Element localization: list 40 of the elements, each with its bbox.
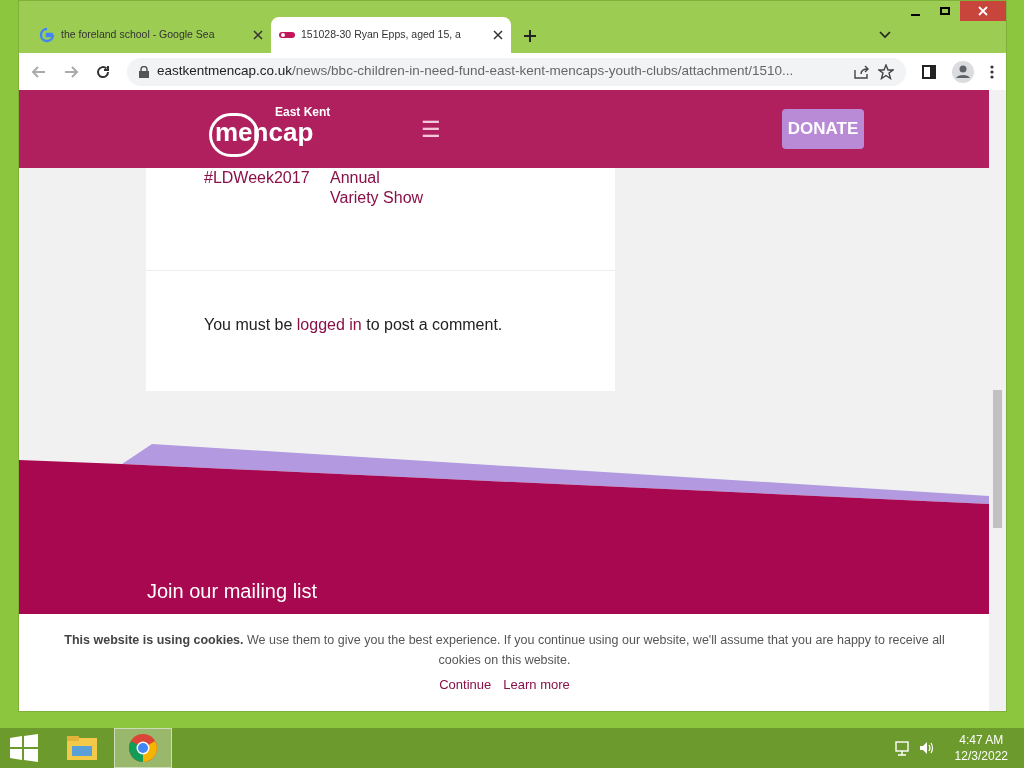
taskbar-app[interactable] [114, 728, 172, 768]
post-title[interactable]: #LDWeek2017 [204, 168, 314, 188]
tab-title: 151028-30 Ryan Epps, aged 15, a [301, 27, 462, 43]
lock-icon [139, 65, 149, 78]
clock-date: 12/3/2022 [954, 748, 1008, 764]
url-text: eastkentmencap.co.uk/news/bbc-children-in-need-fund-east-kent-mencaps-youth-clubs/attachment/1510... [157, 62, 795, 81]
folder-icon [66, 734, 98, 762]
login-link[interactable]: logged in [296, 316, 362, 333]
profile-icon[interactable] [952, 60, 974, 83]
volume-icon[interactable] [918, 740, 935, 756]
tab-title: the foreland school - Google Sea [61, 27, 216, 43]
post-title[interactable]: Annual [330, 168, 440, 188]
close-icon [978, 6, 988, 16]
footer-heading: Join our mailing list [147, 579, 318, 604]
close-button[interactable] [960, 1, 1006, 21]
cookie-link[interactable]: Learn more [503, 675, 570, 695]
logo-subtitle: East Kent [275, 104, 331, 121]
menu-icon[interactable] [990, 64, 994, 79]
close-icon[interactable] [253, 30, 263, 40]
post-title[interactable]: Variety Show [330, 188, 440, 208]
reload-icon[interactable] [95, 63, 111, 80]
close-icon[interactable] [493, 30, 503, 40]
cookie-link[interactable]: Continue [439, 675, 492, 695]
address-bar[interactable]: eastkentmencap.co.uk/news/bbc-children-in-need-fund-east-kent-mencaps-youth-clubs/attachment/1510... [127, 57, 906, 86]
comment-notice: You must be logged in to post a comment. [204, 315, 504, 335]
browser-tab[interactable]: the foreland school - Google Sea [31, 17, 271, 53]
site-icon [279, 31, 295, 39]
share-icon[interactable] [854, 64, 870, 79]
menu-button[interactable]: ☰ [421, 112, 441, 146]
sidebar-icon[interactable] [922, 64, 936, 79]
clock-time: 4:47 AM [959, 732, 1004, 748]
google-icon [39, 27, 55, 43]
network-icon[interactable] [894, 740, 911, 756]
browser-tab[interactable]: 151028-30 Ryan Epps, aged 15, a [271, 17, 511, 53]
start-icon[interactable] [10, 734, 38, 762]
star-icon[interactable] [878, 63, 894, 80]
new-tab-icon[interactable] [523, 29, 537, 43]
caret-icon[interactable] [879, 31, 891, 39]
chrome-icon [128, 733, 158, 763]
cookie-message: This website is using cookies. We use them to give you the best experience. If you continue using our website, we'll assume that you are happy to receive all cookies on this website. [63, 632, 946, 669]
